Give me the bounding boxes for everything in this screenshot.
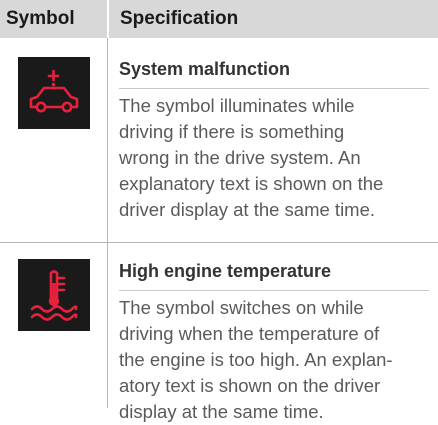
spec-divider [119,88,429,89]
system-malfunction-spec: System malfunction The symbol illuminate… [119,57,429,223]
engine-temperature-symbol [18,259,90,331]
engine-temperature-icon [30,270,78,321]
spec-title: High engine temperature [119,261,332,281]
symbol-specification-table: Symbol Specification System malfunction … [0,0,438,422]
column-divider [107,38,108,408]
header-symbol: Symbol [6,8,75,29]
car-system-malfunction-icon [29,69,79,113]
system-malfunction-symbol [18,57,90,129]
spec-description: The symbol illuminates while driving if … [119,95,384,220]
engine-temperature-spec: High engine temperature The symbol switc… [119,259,429,425]
spec-title: System malfunction [119,59,291,79]
table-header: Symbol Specification [0,0,438,38]
row-divider [0,242,438,243]
spec-divider [119,290,429,291]
spec-description: The symbol switches on while driving whe… [119,297,393,422]
header-specification: Specification [120,8,239,29]
